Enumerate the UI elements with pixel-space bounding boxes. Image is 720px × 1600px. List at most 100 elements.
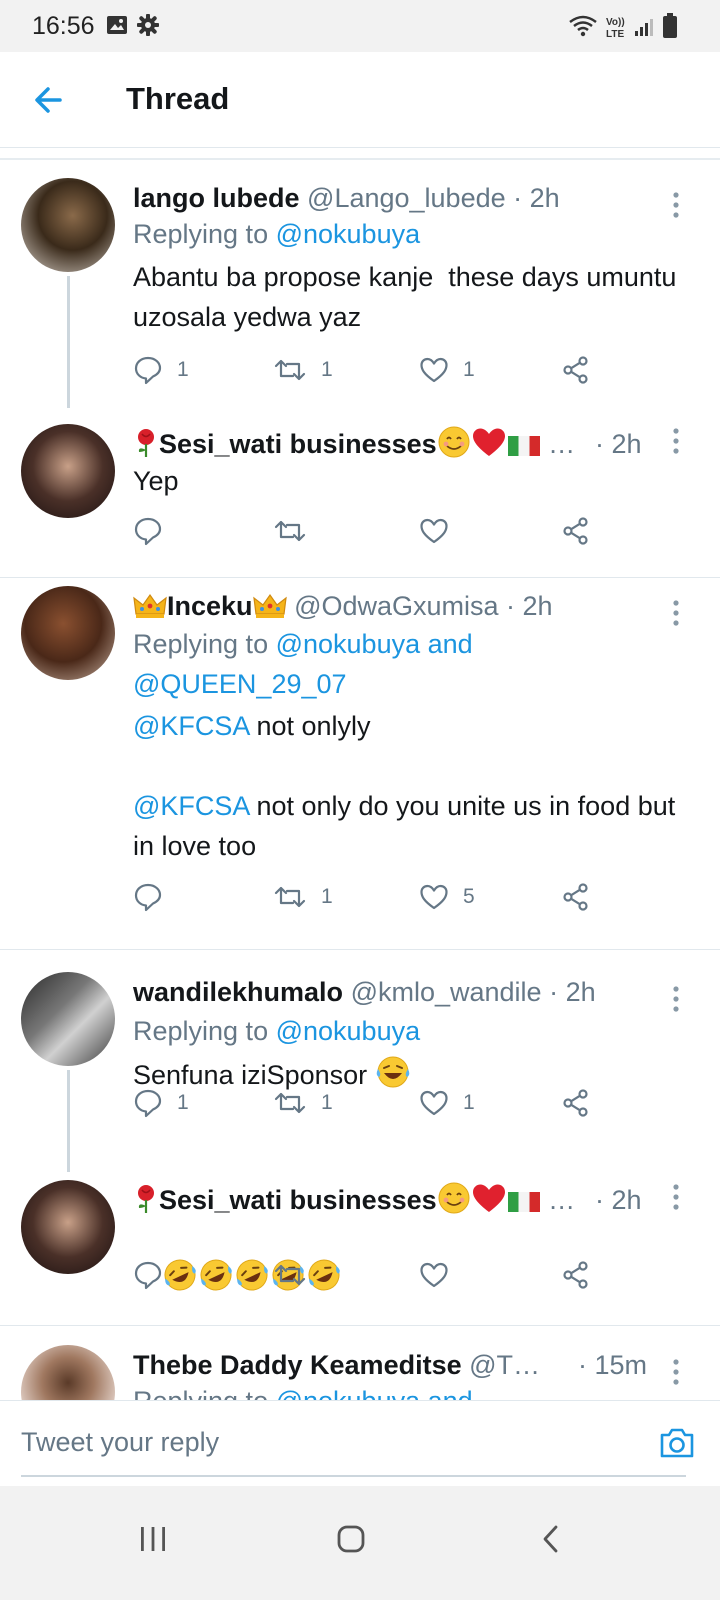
replying-to-link[interactable]: @nokubuya — [276, 1016, 421, 1046]
tweet-text: @KFCSA not only do you unite us in food … — [133, 786, 680, 866]
tweet-actions: 1 5 — [133, 880, 613, 914]
heart-icon — [420, 357, 448, 383]
divider — [0, 949, 720, 950]
retweet-icon — [274, 359, 306, 381]
replying-to-link[interactable]: @nokubuya — [276, 219, 421, 249]
handle[interactable]: … — [548, 1185, 575, 1215]
timestamp: · 2h — [595, 429, 642, 459]
like-count: 1 — [463, 358, 475, 381]
replying-to: Replying to @nokubuya and — [133, 1381, 680, 1400]
more-options-icon[interactable] — [672, 428, 680, 454]
tweet-actions: 1 1 1 — [133, 1086, 613, 1120]
retweet-button[interactable] — [273, 514, 307, 548]
timestamp: · 15m — [578, 1350, 648, 1380]
reply-button[interactable] — [133, 880, 163, 914]
display-name[interactable]: Sesi_wati businesses — [159, 429, 437, 459]
tweet[interactable]: wandilekhumalo @kmlo_wandile · 2h Replyi… — [0, 972, 720, 1172]
avatar[interactable] — [21, 586, 115, 680]
like-button[interactable]: 1 — [419, 1086, 475, 1120]
reply-button[interactable]: 1 — [133, 1086, 189, 1120]
like-count: 5 — [463, 885, 475, 908]
retweet-button[interactable] — [273, 1258, 307, 1292]
back-icon[interactable] — [538, 1524, 564, 1554]
share-button[interactable] — [561, 1258, 591, 1292]
share-icon — [563, 517, 588, 545]
reply-icon — [134, 517, 162, 546]
tweet[interactable]: lango lubede @Lango_lubede · 2h Replying… — [0, 178, 720, 408]
reply-button[interactable] — [133, 1258, 163, 1292]
heart-icon — [420, 518, 448, 544]
rose-emoji-icon — [138, 429, 154, 457]
replying-to: Replying to @nokubuya and @QUEEN_29_07 — [133, 624, 680, 704]
rose-emoji-icon — [138, 1185, 154, 1213]
tweet[interactable]: Inceku @OdwaGxumisa · 2h Replying to @no… — [0, 586, 720, 926]
avatar[interactable] — [21, 1345, 115, 1400]
svg-text:LTE: LTE — [606, 29, 624, 40]
handle[interactable]: @OdwaGxumisa — [294, 591, 498, 621]
divider — [0, 577, 720, 578]
recent-apps-icon[interactable] — [138, 1524, 168, 1554]
more-options-icon[interactable] — [672, 600, 680, 626]
crown-emoji-icon — [252, 593, 287, 618]
handle[interactable]: … — [548, 429, 575, 459]
replying-to-link[interactable]: @QUEEN_29_07 — [133, 669, 347, 699]
avatar[interactable] — [21, 1180, 115, 1274]
retweet-count: 1 — [321, 1091, 333, 1114]
image-icon — [107, 16, 127, 34]
more-options-icon[interactable] — [672, 986, 680, 1012]
replying-to: Replying to @nokubuya — [133, 214, 680, 254]
handle[interactable]: @kmlo_wandile — [351, 977, 542, 1007]
display-name[interactable]: Sesi_wati businesses — [159, 1185, 437, 1215]
display-name[interactable]: Thebe Daddy Keameditse — [133, 1350, 462, 1380]
mention-link[interactable]: @KFCSA — [133, 711, 249, 741]
share-button[interactable] — [561, 514, 591, 548]
tweet-actions: 1 1 1 — [133, 353, 613, 387]
heart-icon — [420, 1262, 448, 1288]
share-icon — [563, 1261, 588, 1289]
retweet-icon — [274, 520, 306, 542]
tweet-header: Inceku @OdwaGxumisa · 2h — [133, 586, 660, 626]
replying-to-label: Replying to — [133, 219, 276, 249]
reply-button[interactable]: 1 — [133, 353, 189, 387]
handle[interactable]: @T… — [469, 1350, 540, 1380]
display-name[interactable]: Inceku — [167, 591, 253, 621]
share-button[interactable] — [561, 1086, 591, 1120]
replying-to-link[interactable]: @nokubuya and — [276, 1386, 473, 1400]
replying-to-link[interactable]: @nokubuya and — [276, 629, 473, 659]
tweet[interactable]: Sesi_wati businesses … · 2h — [0, 1180, 720, 1310]
status-bar: 16:56 Vo)) LTE — [0, 0, 720, 52]
share-button[interactable] — [561, 353, 591, 387]
more-options-icon[interactable] — [672, 1184, 680, 1210]
laughing-tears-emoji-icon — [376, 1056, 409, 1088]
replying-to-label: Replying to — [133, 1386, 276, 1400]
retweet-button[interactable]: 1 — [273, 880, 333, 914]
reply-button[interactable] — [133, 514, 163, 548]
system-nav-bar — [0, 1486, 720, 1600]
avatar[interactable] — [21, 424, 115, 518]
display-name[interactable]: wandilekhumalo — [133, 977, 343, 1007]
reply-count: 1 — [177, 358, 189, 381]
retweet-button[interactable]: 1 — [273, 353, 333, 387]
tweet[interactable]: Sesi_wati businesses … · 2h Yep — [0, 424, 720, 566]
camera-icon[interactable] — [658, 1425, 696, 1461]
timestamp: · 2h — [513, 183, 560, 213]
share-button[interactable] — [561, 880, 591, 914]
replying-to: Replying to @nokubuya — [133, 1011, 680, 1051]
signal-icon — [635, 19, 653, 36]
display-name[interactable]: lango lubede — [133, 183, 300, 213]
avatar[interactable] — [21, 178, 115, 272]
back-arrow-icon[interactable] — [30, 82, 66, 118]
like-button[interactable] — [419, 1258, 449, 1292]
tweet-text: Abantu ba propose kanje these days umunt… — [133, 262, 684, 332]
handle[interactable]: @Lango_lubede — [307, 183, 506, 213]
like-button[interactable]: 1 — [419, 353, 475, 387]
thread-line — [67, 1070, 70, 1172]
avatar[interactable] — [21, 972, 115, 1066]
home-icon[interactable] — [336, 1524, 366, 1554]
mention-link[interactable]: @KFCSA — [133, 791, 249, 821]
like-button[interactable] — [419, 514, 449, 548]
reply-input[interactable]: Tweet your reply — [21, 1427, 219, 1458]
retweet-button[interactable]: 1 — [273, 1086, 333, 1120]
like-button[interactable]: 5 — [419, 880, 475, 914]
reply-icon — [134, 356, 162, 385]
